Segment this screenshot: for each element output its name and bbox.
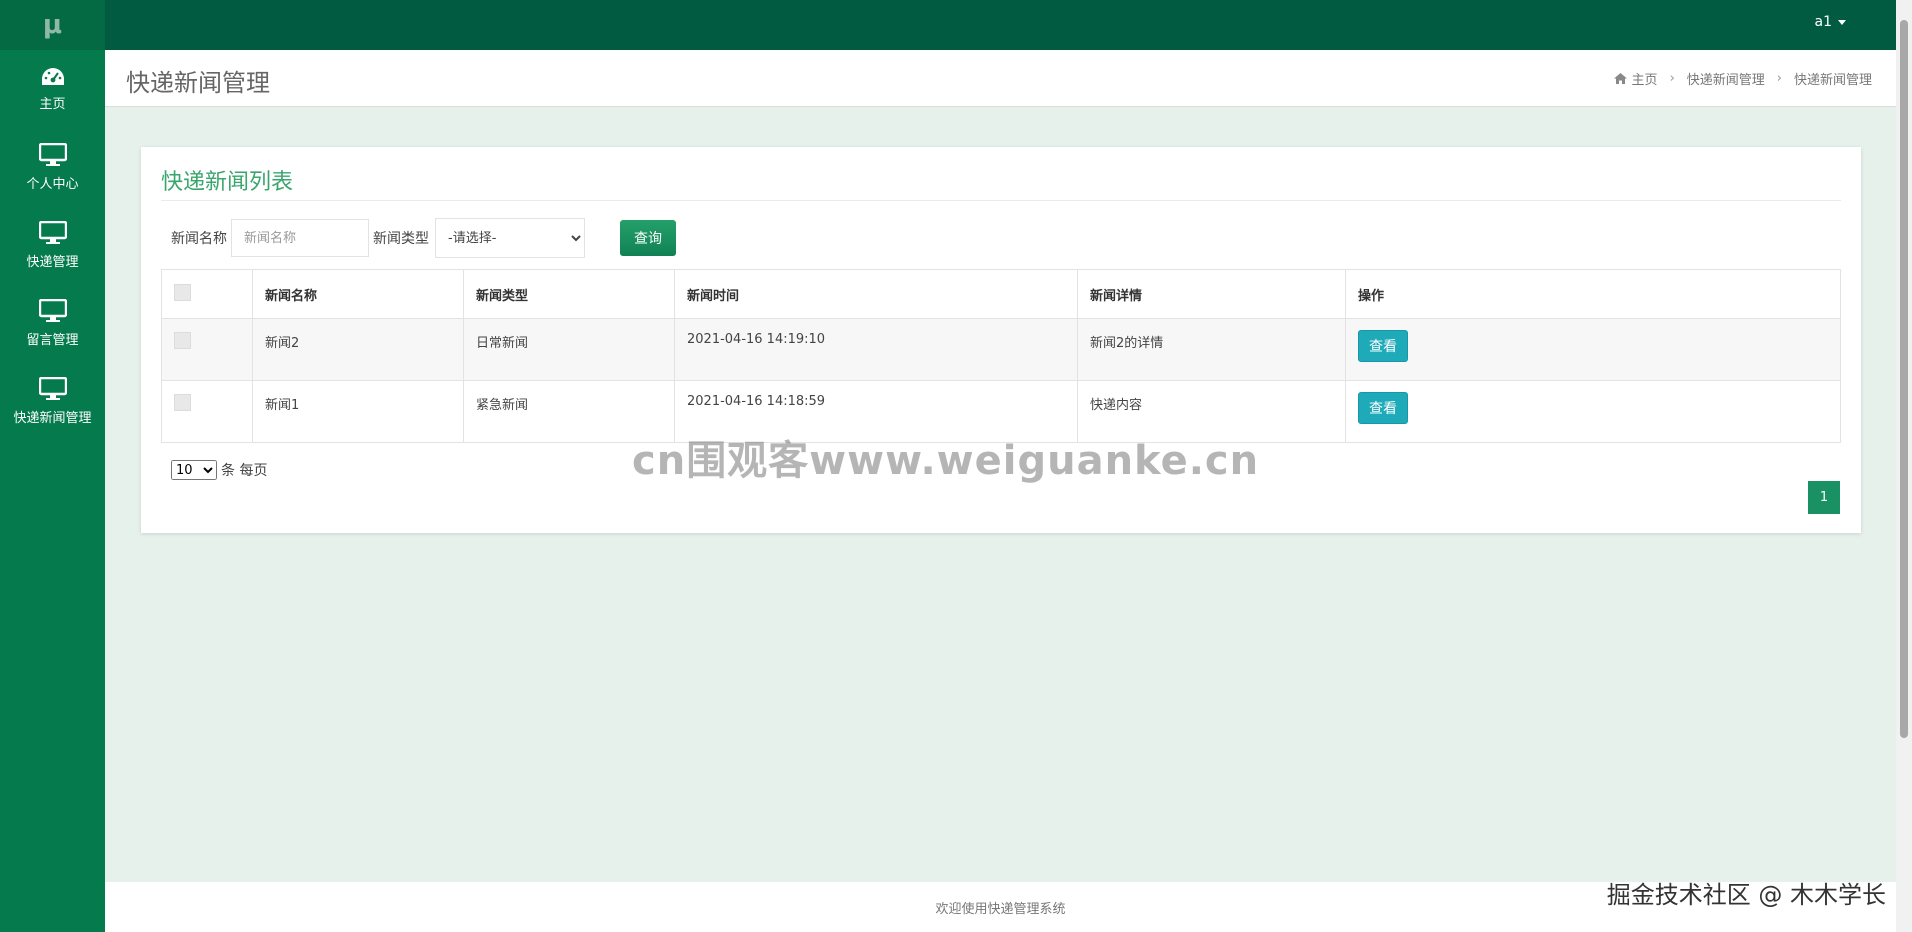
page-header: 快递新闻管理 主页 › 快递新闻管理 › 快递新闻管理	[105, 50, 1896, 107]
news-type-cell: 日常新闻	[463, 318, 675, 381]
breadcrumb-item-current: 快递新闻管理	[1793, 73, 1872, 88]
chevron-right-icon: ›	[1776, 71, 1782, 86]
sidebar-item-label: 主页	[39, 96, 66, 112]
row-select-cell	[161, 380, 253, 443]
column-header: 新闻名称	[252, 269, 464, 319]
scrollbar-thumb[interactable]	[1900, 20, 1908, 738]
breadcrumb: 主页 › 快递新闻管理 › 快递新闻管理	[1613, 69, 1872, 88]
sidebar: μ 主页 个人中心 快递管理 留言管理 快递新闻管理	[0, 0, 105, 932]
page-size-suffix: 条 每页	[221, 463, 268, 479]
sidebar-item-label: 个人中心	[26, 176, 79, 192]
table-header-row: 新闻名称 新闻类型 新闻时间 新闻详情 操作	[161, 269, 1841, 319]
caret-down-icon	[1838, 19, 1846, 25]
sidebar-item-home[interactable]: 主页	[0, 50, 105, 128]
page-title: 快递新闻管理	[126, 69, 270, 97]
sidebar-item-label: 留言管理	[26, 332, 79, 348]
home-icon	[1613, 73, 1627, 84]
page-size-select[interactable]: 10	[171, 460, 217, 480]
select-all-cell	[161, 269, 253, 319]
news-name-input[interactable]	[231, 219, 369, 257]
news-table: 新闻名称 新闻类型 新闻时间 新闻详情 操作 新闻2 日常新闻 2021-04-…	[161, 269, 1841, 443]
table-row: 新闻2 日常新闻 2021-04-16 14:19:10 新闻2的详情 查看	[161, 318, 1841, 381]
news-name-cell: 新闻2	[252, 318, 464, 381]
column-header: 新闻详情	[1077, 269, 1346, 319]
page-size-control: 10 条 每页	[171, 460, 267, 480]
news-name-cell: 新闻1	[252, 380, 464, 443]
news-type-select[interactable]: -请选择-	[435, 218, 585, 258]
column-header: 新闻类型	[463, 269, 675, 319]
search-form: 新闻名称 新闻类型 -请选择- 查询	[171, 218, 676, 258]
monitor-icon	[38, 298, 67, 323]
breadcrumb-home[interactable]: 主页	[1613, 69, 1658, 88]
username: a1	[1814, 14, 1833, 30]
chevron-right-icon: ›	[1669, 71, 1675, 86]
monitor-icon	[38, 220, 67, 245]
monitor-icon	[38, 142, 67, 167]
news-type-label: 新闻类型	[373, 231, 429, 247]
user-menu[interactable]: a1	[1814, 14, 1846, 30]
view-button[interactable]: 查看	[1358, 392, 1408, 424]
row-checkbox[interactable]	[174, 332, 191, 349]
column-header: 操作	[1345, 269, 1841, 319]
pagination-page-button[interactable]: 1	[1808, 481, 1840, 514]
dashboard-icon	[41, 67, 65, 87]
corner-watermark: 掘金技术社区 @ 木木学长	[1606, 881, 1886, 909]
sidebar-item-express[interactable]: 快递管理	[0, 206, 105, 284]
news-detail-cell: 新闻2的详情	[1077, 318, 1346, 381]
sidebar-item-label: 快递新闻管理	[13, 410, 92, 426]
top-bar: a1	[105, 0, 1896, 50]
watermark: cn围观客www.weiguanke.cn	[632, 438, 1260, 484]
sidebar-item-news[interactable]: 快递新闻管理	[0, 362, 105, 440]
query-button[interactable]: 查询	[620, 220, 676, 256]
row-checkbox[interactable]	[174, 394, 191, 411]
column-header: 新闻时间	[674, 269, 1078, 319]
row-select-cell	[161, 318, 253, 381]
breadcrumb-label: 主页	[1631, 73, 1658, 88]
news-name-label: 新闻名称	[171, 231, 227, 247]
divider	[161, 200, 1841, 201]
view-button[interactable]: 查看	[1358, 330, 1408, 362]
sidebar-item-messages[interactable]: 留言管理	[0, 284, 105, 362]
panel-title: 快递新闻列表	[161, 170, 294, 195]
vertical-scrollbar[interactable]	[1896, 0, 1912, 932]
breadcrumb-item[interactable]: 快递新闻管理	[1687, 69, 1765, 88]
action-cell: 查看	[1345, 380, 1841, 443]
select-all-checkbox[interactable]	[174, 283, 191, 301]
news-time-cell: 2021-04-16 14:19:10	[674, 318, 1078, 381]
sidebar-item-label: 快递管理	[26, 254, 79, 270]
app-logo[interactable]: μ	[0, 0, 105, 50]
monitor-icon	[38, 376, 67, 401]
sidebar-item-personal-center[interactable]: 个人中心	[0, 128, 105, 206]
action-cell: 查看	[1345, 318, 1841, 381]
